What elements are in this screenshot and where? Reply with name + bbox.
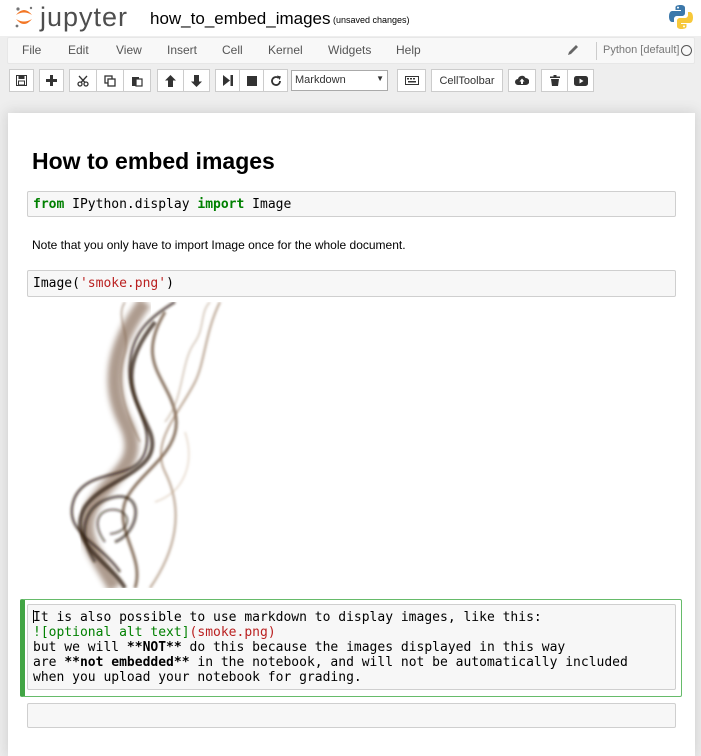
menu-cell[interactable]: Cell [222, 43, 243, 57]
markdown-editor[interactable]: It is also possible to use markdown to d… [27, 604, 676, 690]
plus-icon [46, 75, 57, 86]
insert-cell-button[interactable] [39, 69, 64, 92]
empty-code-cell[interactable] [27, 703, 676, 728]
arrow-down-icon [191, 74, 202, 87]
editor-text: but we will [33, 640, 127, 655]
copy-icon [104, 74, 116, 87]
kernel-idle-icon [681, 45, 692, 56]
menubar-divider [596, 42, 597, 60]
code-cell-image[interactable]: Image('smoke.png') [27, 270, 676, 297]
move-down-button[interactable] [183, 69, 210, 92]
code-text: Image( [33, 276, 80, 291]
cut-button[interactable] [69, 69, 97, 92]
code-string: 'smoke.png' [79, 276, 167, 291]
menu-insert[interactable]: Insert [167, 43, 197, 57]
copy-button[interactable] [96, 69, 124, 92]
youtube-play-icon [573, 75, 588, 86]
editor-bold: **NOT** [126, 640, 182, 655]
chevron-down-icon: ▼ [376, 74, 384, 83]
step-forward-icon [222, 75, 233, 86]
cell-type-value: Markdown [295, 74, 346, 86]
stop-icon [246, 75, 257, 86]
keyboard-icon [404, 76, 419, 85]
arrow-up-icon [165, 74, 176, 87]
editor-bold: **not embedded** [64, 655, 190, 670]
markdown-image-url: (smoke.png) [189, 625, 276, 640]
celltoolbar-label: CellToolbar [439, 74, 495, 87]
editor-line: when you upload your notebook for gradin… [33, 670, 362, 685]
notebook-name[interactable]: how_to_embed_images [150, 9, 331, 29]
menu-kernel[interactable]: Kernel [268, 43, 303, 57]
code-text: Image [244, 197, 292, 212]
markdown-note: Note that you only have to import Image … [32, 238, 406, 252]
pencil-icon[interactable] [566, 43, 580, 57]
editor-text: are [33, 655, 65, 670]
cut-icon [77, 75, 89, 87]
upload-button[interactable] [508, 69, 536, 92]
delete-button[interactable] [541, 69, 568, 92]
menu-widgets[interactable]: Widgets [328, 43, 371, 57]
markdown-image-alt: ![optional alt text] [33, 625, 190, 640]
command-palette-button[interactable] [397, 69, 426, 92]
menu-help[interactable]: Help [396, 43, 421, 57]
cell-type-select[interactable]: Markdown ▼ [291, 70, 388, 91]
editor-text: do this because the images displayed in … [181, 640, 566, 655]
save-button[interactable] [9, 69, 34, 92]
menu-file[interactable]: File [22, 43, 41, 57]
code-keyword: import [197, 197, 245, 212]
save-icon [16, 75, 27, 86]
restart-kernel-button[interactable] [263, 69, 288, 92]
toolbar: Markdown ▼ CellToolbar [0, 64, 701, 96]
interrupt-kernel-button[interactable] [239, 69, 264, 92]
python-logo-icon [669, 5, 693, 29]
editor-text: in the notebook, and will not be automat… [189, 655, 628, 670]
code-text: IPython.display [64, 197, 198, 212]
logo-text: jupyter [40, 1, 129, 32]
menu-view[interactable]: View [116, 43, 142, 57]
menu-edit[interactable]: Edit [68, 43, 89, 57]
paste-icon [132, 76, 143, 87]
markdown-heading: How to embed images [32, 148, 275, 174]
code-keyword: from [33, 197, 65, 212]
menubar: File Edit View Insert Cell Kernel Widget… [7, 37, 695, 64]
smoke-image-output [55, 302, 237, 588]
run-cell-button[interactable] [215, 69, 240, 92]
jupyter-orbit-icon [15, 6, 33, 28]
kernel-name[interactable]: Python [default] [603, 44, 679, 56]
code-cell-import[interactable]: from IPython.display import Image [27, 191, 676, 217]
refresh-icon [270, 75, 281, 86]
editor-line: It is also possible to use markdown to d… [33, 610, 542, 625]
save-status: (unsaved changes) [333, 15, 410, 25]
code-text: ) [166, 276, 174, 291]
header: jupyter how_to_embed_images (unsaved cha… [0, 0, 701, 36]
cloud-upload-icon [515, 75, 529, 85]
paste-button[interactable] [123, 69, 151, 92]
trash-icon [549, 75, 560, 86]
move-up-button[interactable] [157, 69, 184, 92]
present-button[interactable] [567, 69, 594, 92]
celltoolbar-button[interactable]: CellToolbar [431, 69, 503, 92]
jupyter-logo[interactable]: jupyter [14, 2, 128, 32]
